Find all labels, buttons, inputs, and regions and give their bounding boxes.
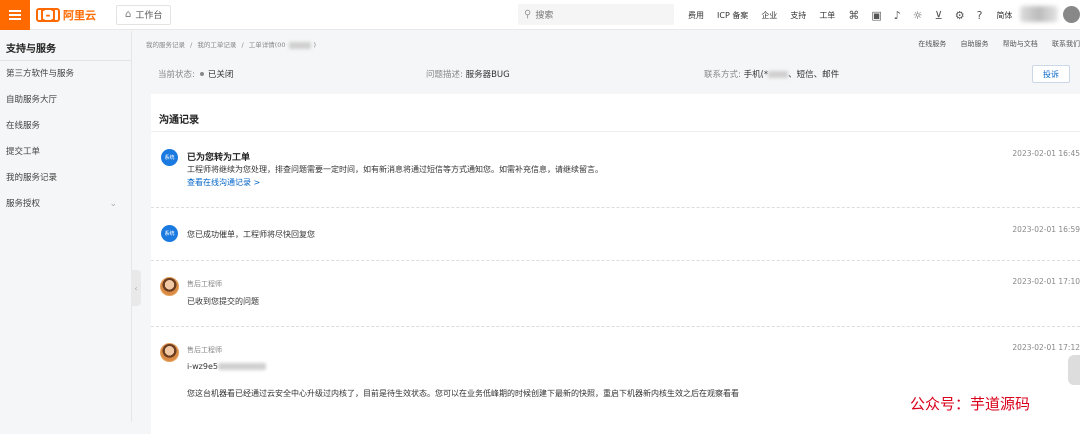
nav-ticket[interactable]: 工单 [819, 10, 835, 21]
language-switch[interactable]: 简体 [996, 10, 1012, 21]
home-icon: ⌂ [124, 9, 132, 20]
nav-enterprise[interactable]: 企业 [761, 10, 777, 21]
bulb-icon[interactable]: ☼ [913, 9, 923, 22]
record-time: 2023-02-01 17:10 [1012, 277, 1080, 286]
bell-icon[interactable]: ♪ [894, 9, 901, 22]
top-navigation-bar: [-] 阿里云 ⌂ 工作台 ⚲ 费用 ICP 备案 企业 支持 工单 ⌘ ▣ ♪… [0, 0, 1080, 30]
record-body: 工程师将继续为您处理，排查问题需要一定时间，如有新消息将通过短信等方式通知您。如… [187, 165, 603, 174]
top-links: 在线服务 自助服务 帮助与文档 联系我们 [906, 39, 1080, 49]
breadcrumb-item[interactable]: 我的服务记录 [146, 41, 185, 49]
workbench-label: 工作台 [135, 11, 163, 21]
search-input[interactable] [535, 9, 656, 20]
link-help-docs[interactable]: 帮助与文档 [1003, 40, 1038, 48]
search-icon: ⚲ [524, 9, 532, 20]
record-time: 2023-02-01 16:59 [1012, 225, 1080, 234]
sidebar-item-self-service[interactable]: 自助服务大厅 [0, 87, 131, 113]
record-title: 已为您转为工单 [187, 153, 251, 163]
divider [151, 326, 1080, 327]
link-contact-us[interactable]: 联系我们 [1052, 40, 1080, 48]
divider [151, 260, 1080, 261]
status-value: 已关闭 [207, 70, 234, 80]
status-label: 当前状态: [158, 70, 195, 80]
sidebar-item-service-records[interactable]: 我的服务记录 [0, 165, 131, 191]
workbench-button[interactable]: ⌂ 工作台 [115, 4, 172, 25]
top-nav: 费用 ICP 备案 企业 支持 工单 ⌘ ▣ ♪ ☼ ⊻ ⚙ ? 简体 [688, 0, 1012, 30]
system-badge: 系统 [161, 149, 178, 166]
user-avatar[interactable] [1063, 6, 1080, 23]
nav-fees[interactable]: 费用 [688, 10, 704, 21]
sidebar-title: 支持与服务 [0, 31, 131, 61]
search-box[interactable]: ⚲ [518, 4, 674, 25]
hamburger-menu-icon[interactable] [0, 0, 30, 30]
floating-assistant-icon[interactable] [1068, 355, 1080, 385]
record-author: 售后工程师 [187, 280, 222, 288]
cart-icon[interactable]: ⊻ [935, 9, 943, 22]
code-icon[interactable]: ⌘ [848, 9, 859, 22]
record-author: 售后工程师 [187, 346, 222, 354]
engineer-avatar [160, 277, 179, 296]
description-value: 服务器BUG [465, 70, 510, 80]
breadcrumb: 我的服务记录 / 我的工单记录 / 工单详情(00) [146, 41, 317, 49]
communication-records-panel: 沟通记录 系统 已为您转为工单 工程师将继续为您处理，排查问题需要一定时间，如有… [151, 94, 1080, 434]
logo-text: 阿里云 [62, 8, 96, 22]
system-badge: 系统 [161, 225, 178, 242]
sidebar-item-third-party[interactable]: 第三方软件与服务 [0, 61, 131, 87]
breadcrumb-item[interactable]: 我的工单记录 [197, 41, 236, 49]
instance-id: i-wz9e5 [187, 362, 266, 371]
instance-id-blurred [217, 363, 266, 370]
chevron-down-icon: ⌄ [109, 199, 117, 209]
contact-value-suffix: 、短信、邮件 [788, 70, 840, 80]
panel-title: 沟通记录 [151, 94, 1080, 132]
ticket-id-blurred [288, 41, 311, 49]
logo-mark: [-] [36, 7, 60, 22]
link-self-service[interactable]: 自助服务 [961, 40, 989, 48]
record-body: 您已成功催单，工程师将尽快回复您 [187, 230, 315, 239]
watermark: 公众号：芋道源码 [910, 395, 1031, 413]
aliyun-logo[interactable]: [-] 阿里云 [36, 0, 96, 30]
username-blurred[interactable] [1020, 6, 1058, 22]
divider [151, 207, 1080, 208]
help-icon[interactable]: ? [977, 9, 983, 22]
record-body: 已收到您提交的问题 [187, 297, 259, 306]
gear-icon[interactable]: ⚙ [955, 9, 965, 22]
sidebar-collapse-handle[interactable]: ‹ [131, 270, 141, 306]
description-label: 问题描述: [426, 70, 463, 80]
sidebar-item-label: 服务授权 [6, 199, 41, 209]
link-online-service[interactable]: 在线服务 [918, 40, 946, 48]
breadcrumb-current: 工单详情(00 [248, 41, 286, 49]
record-body: 您这台机器看已经通过云安全中心升级过内核了，目前是待生效状态。您可以在业务低峰期… [187, 389, 739, 398]
record-time: 2023-02-01 16:45 [1012, 149, 1080, 158]
phone-blurred [768, 71, 789, 78]
main-content: 我的服务记录 / 我的工单记录 / 工单详情(00) 在线服务 自助服务 帮助与… [141, 31, 1080, 434]
contact-label: 联系方式: [704, 70, 741, 80]
sidebar: 支持与服务 第三方软件与服务 自助服务大厅 在线服务 提交工单 我的服务记录 服… [0, 31, 132, 422]
image-icon[interactable]: ▣ [871, 9, 881, 22]
record-time: 2023-02-01 17:12 [1012, 343, 1080, 352]
status-dot [199, 72, 204, 76]
sidebar-item-authorization[interactable]: 服务授权 ⌄ [0, 191, 131, 217]
sidebar-item-online-service[interactable]: 在线服务 [0, 113, 131, 139]
view-chat-record-link[interactable]: 查看在线沟通记录 > [187, 177, 260, 188]
engineer-avatar [160, 343, 179, 362]
sidebar-item-submit-ticket[interactable]: 提交工单 [0, 139, 131, 165]
nav-icp[interactable]: ICP 备案 [717, 10, 748, 21]
contact-value-prefix: 手机(* [743, 70, 769, 80]
complain-button[interactable]: 投诉 [1032, 65, 1070, 83]
ticket-info-bar: 当前状态: 已关闭 问题描述: 服务器BUG 联系方式: 手机(* 、短信、邮件 投… [141, 61, 1080, 87]
nav-support[interactable]: 支持 [790, 10, 806, 21]
